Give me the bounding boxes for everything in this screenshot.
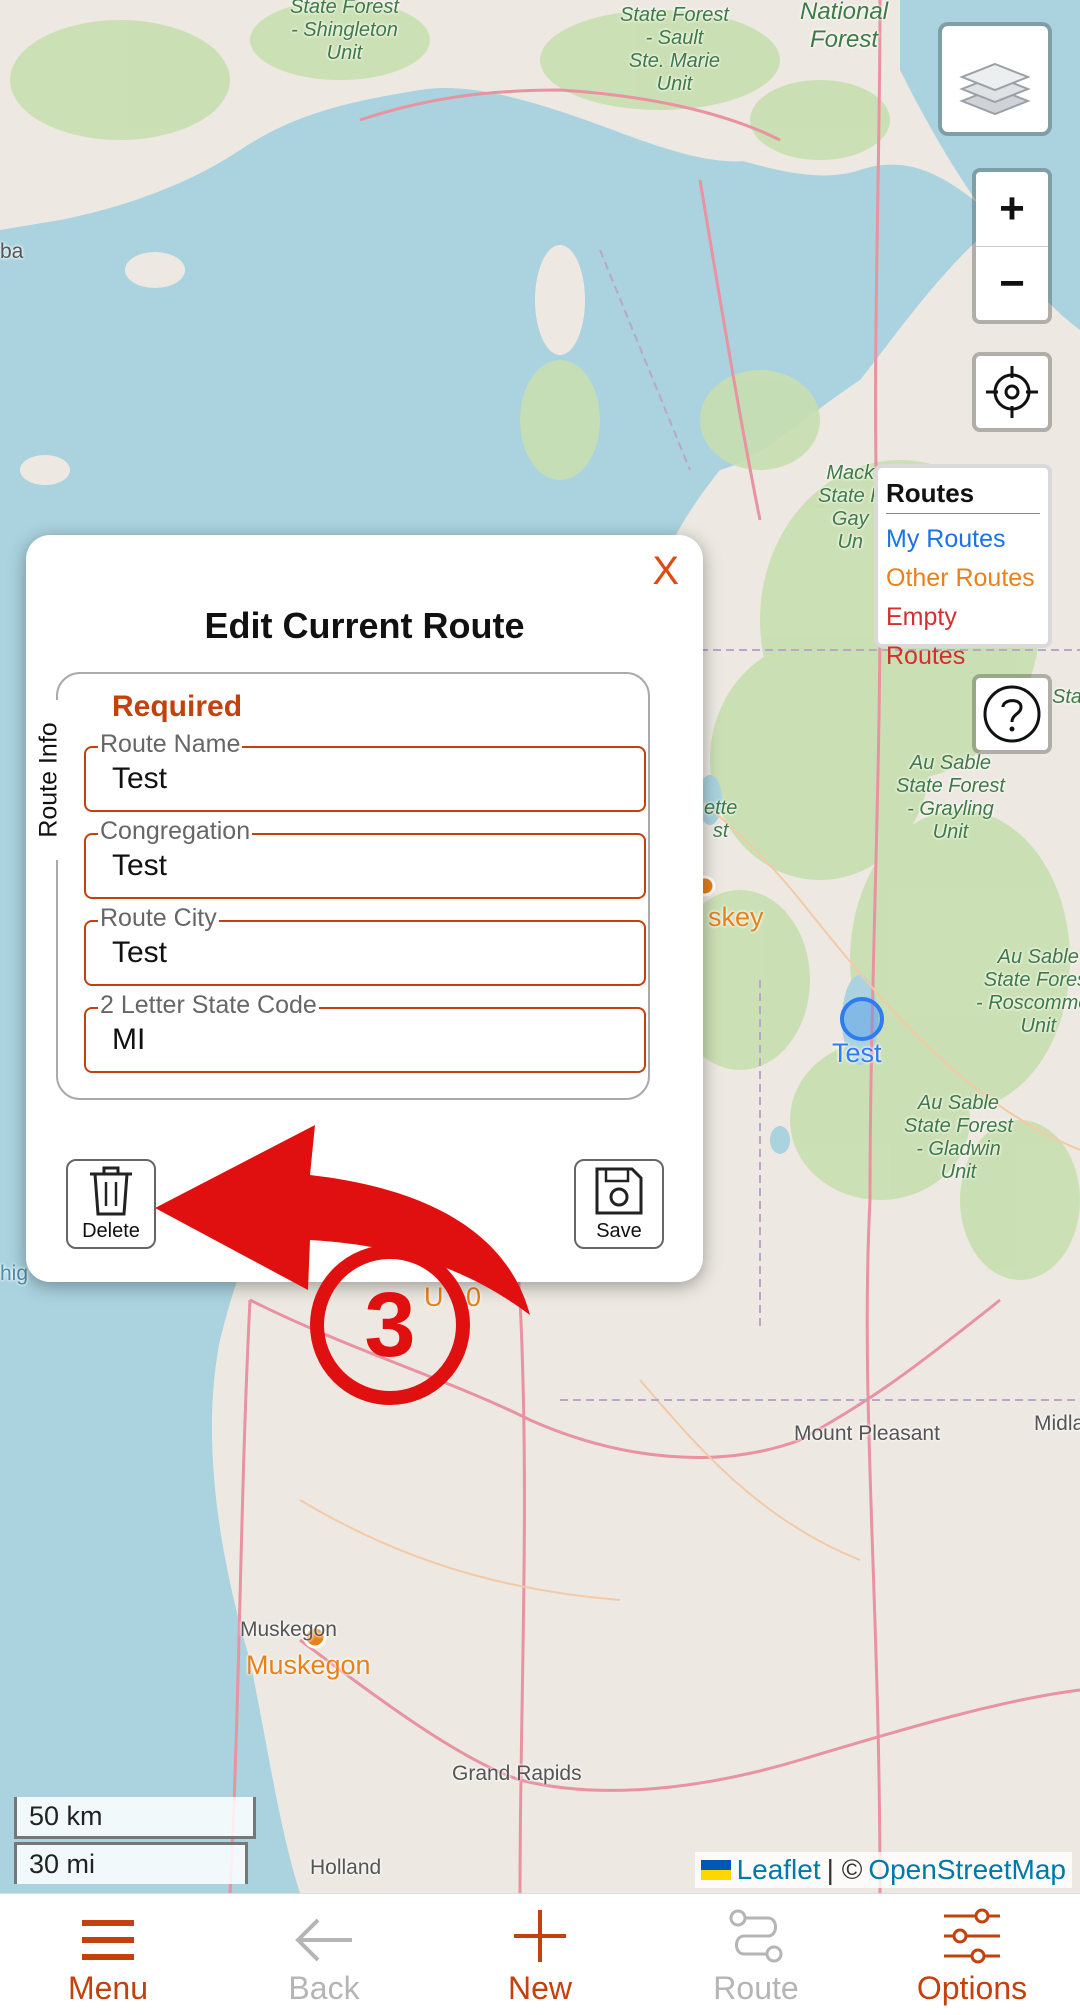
city-holland: Holland: [310, 1856, 382, 1879]
map-label-sta: Sta: [1052, 686, 1080, 708]
back-arrow-icon: [295, 1918, 352, 1962]
map-label-shingleton: State Forest - Shingleton Unit: [290, 0, 399, 64]
zoom-in-button[interactable]: +: [976, 172, 1048, 246]
nav-new-label: New: [507, 1970, 572, 2006]
state-code-value[interactable]: MI: [112, 1023, 145, 1057]
hamburger-icon: [82, 1920, 134, 1960]
close-button[interactable]: X: [652, 549, 679, 594]
map-label-partial: ette st: [704, 797, 738, 842]
map-label-grayling: Au Sable State Forest - Grayling Unit: [896, 752, 1005, 843]
nav-new[interactable]: New: [432, 1894, 648, 2015]
route-marker[interactable]: [840, 997, 884, 1041]
locate-button[interactable]: [972, 352, 1052, 432]
map-label-roscommon: Au SableState Forest- RoscommonUnit: [976, 946, 1080, 1037]
delete-label: Delete: [82, 1220, 140, 1242]
nav-options[interactable]: Options: [864, 1894, 1080, 2015]
route-city-value[interactable]: Test: [112, 936, 167, 970]
congregation-value[interactable]: Test: [112, 849, 167, 883]
nav-back-label: Back: [288, 1970, 360, 2006]
route-city-field[interactable]: Route City Test: [84, 904, 646, 986]
legend-my-routes: My Routes: [886, 525, 1006, 553]
city-muskegon: Muskegon: [240, 1618, 337, 1641]
city-mount-pleasant: Mount Pleasant: [794, 1422, 940, 1445]
help-button[interactable]: [972, 674, 1052, 754]
map-label-hig: hig: [0, 1262, 29, 1285]
map-label-national-forest: National Forest: [800, 0, 889, 53]
scale-km: 50 km: [14, 1797, 256, 1839]
crosshair-icon: [986, 366, 1038, 418]
nav-menu[interactable]: Menu: [0, 1894, 216, 2015]
state-code-label: 2 Letter State Code: [98, 991, 319, 1020]
congregation-label: Congregation: [98, 817, 253, 846]
city-midland: Midla: [1034, 1412, 1080, 1435]
map-label-sault: State Forest - Sault Ste. Marie Unit: [620, 4, 729, 95]
route-name-value[interactable]: Test: [112, 762, 167, 796]
map-label-mackinaw: Mack State F Gay Un: [818, 462, 883, 553]
nav-options-label: Options: [916, 1970, 1028, 2006]
route-icon: [729, 1909, 783, 1963]
floppy-disk-icon: [595, 1167, 643, 1215]
attribution-separator: | ©: [826, 1854, 863, 1885]
routes-legend: Routes My Routes Other Routes Empty Rout…: [874, 464, 1052, 670]
zoom-out-button[interactable]: −: [976, 246, 1048, 320]
map-label-gladwin: Au Sable State Forest - Gladwin Unit: [904, 1092, 1013, 1183]
legend-title: Routes: [886, 478, 1040, 514]
route-marker-label[interactable]: Test: [832, 1038, 882, 1069]
bottom-nav: Menu Back New Route Options: [0, 1893, 1080, 2015]
map-label-ba: ba: [0, 240, 24, 263]
layers-button[interactable]: [938, 22, 1052, 136]
route-label-muskegon[interactable]: Muskegon: [246, 1650, 371, 1681]
nav-back[interactable]: Back: [216, 1894, 432, 2015]
scale-mi: 30 mi: [14, 1842, 248, 1884]
zoom-control: + −: [972, 168, 1052, 324]
nav-route[interactable]: Route: [648, 1894, 864, 2015]
step-number-badge: 3: [310, 1245, 470, 1405]
route-label-skey[interactable]: skey: [708, 902, 764, 933]
route-info-fieldset: Route Info Required Route Name Test Cong…: [34, 672, 650, 1100]
question-icon: [983, 685, 1041, 743]
route-name-field[interactable]: Route Name Test: [84, 730, 646, 812]
save-label: Save: [596, 1220, 642, 1242]
nav-menu-label: Menu: [67, 1970, 149, 2006]
state-code-field[interactable]: 2 Letter State Code MI: [84, 991, 646, 1073]
nav-route-label: Route: [713, 1970, 799, 2006]
map-attribution: Leaflet | © OpenStreetMap: [694, 1852, 1072, 1888]
ukraine-flag-icon: [700, 1860, 731, 1880]
openstreetmap-link[interactable]: OpenStreetMap: [868, 1854, 1066, 1886]
city-grand-rapids: Grand Rapids: [452, 1762, 582, 1785]
route-name-label: Route Name: [98, 730, 243, 759]
save-button[interactable]: Save: [574, 1159, 664, 1249]
dialog-title: Edit Current Route: [204, 605, 525, 646]
plus-icon: [514, 1910, 566, 1962]
congregation-field[interactable]: Congregation Test: [84, 817, 646, 899]
route-city-label: Route City: [98, 904, 219, 933]
leaflet-link[interactable]: Leaflet: [737, 1854, 821, 1886]
legend-other-routes: Other Routes: [886, 564, 1035, 592]
layers-icon: [959, 62, 1031, 116]
legend-empty-routes: Empty Routes: [886, 603, 966, 670]
trash-icon: [90, 1166, 132, 1216]
route-info-legend: Route Info: [34, 700, 64, 860]
required-heading: Required: [112, 690, 243, 723]
sliders-icon: [944, 1908, 1000, 1964]
